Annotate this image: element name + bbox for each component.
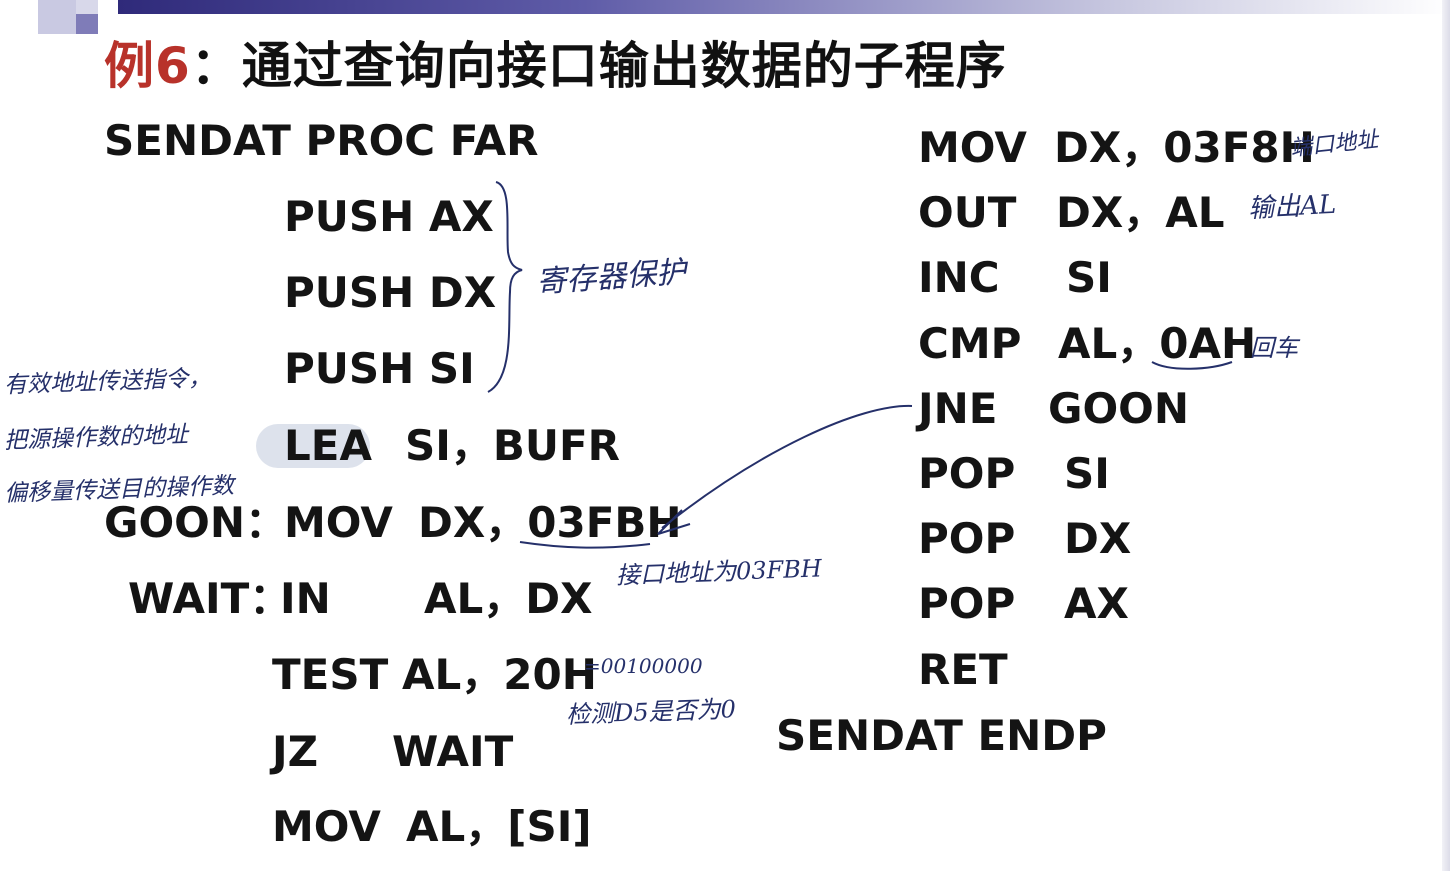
code-op-jne: JNE (918, 384, 998, 433)
code-op-out: OUT (918, 188, 1017, 237)
code-args-mov-port: DX，03F8H (1054, 123, 1315, 172)
code-op-inc: INC (918, 253, 1000, 302)
code-args-mov-dx: DX，03FBH (418, 498, 682, 547)
annotation-lea-note-2: 把源操作数的地址 (3, 421, 189, 455)
code-label-goon: GOON： (104, 498, 288, 547)
annotation-test-d5: 检测D5是否为0 (565, 695, 737, 729)
code-args-pop-ax: AX (1064, 579, 1129, 628)
code-args-pop-si: SI (1064, 449, 1110, 498)
code-line-push-si: PUSH SI (284, 344, 475, 393)
code-label-wait: WAIT： (128, 574, 292, 623)
code-op-mov-port: MOV (918, 123, 1027, 172)
annotation-newline: 回车 (1250, 334, 1298, 362)
code-op-ret: RET (918, 645, 1008, 694)
slide-top-bar (118, 0, 1450, 14)
code-line-push-ax: PUSH AX (284, 192, 494, 241)
slide-corner-decoration (38, 0, 76, 34)
annotation-output-al: 输出AL (1247, 189, 1337, 225)
annotation-test-binary: =00100000 (584, 654, 703, 678)
annotation-lea-note-1: 有效地址传送指令， (3, 365, 212, 399)
code-op-in: IN (280, 574, 331, 623)
code-op-pop-ax: POP (918, 579, 1016, 628)
code-line-endp: SENDAT ENDP (776, 711, 1107, 760)
jne-arrow-line (661, 404, 913, 529)
code-op-lea: LEA (284, 421, 372, 470)
code-args-out: DX，AL (1056, 188, 1225, 237)
code-line-push-dx: PUSH DX (284, 268, 497, 317)
code-args-jz: WAIT (392, 727, 514, 776)
code-args-mov-al: AL，[SI] (406, 802, 592, 851)
title-text: ：通过查询向接口输出数据的子程序 (190, 37, 1007, 95)
code-op-test: TEST (272, 650, 389, 699)
code-op-mov-al: MOV (272, 802, 381, 851)
code-args-jne: GOON (1048, 384, 1190, 433)
code-args-inc: SI (1066, 253, 1112, 302)
code-op-pop-si: POP (918, 449, 1016, 498)
code-args-cmp: AL，0AH (1058, 319, 1257, 368)
code-op-cmp: CMP (918, 319, 1022, 368)
slide-title: 例6：通过查询向接口输出数据的子程序 (104, 26, 1007, 98)
annotation-port-address: 接口地址为03FBH (615, 554, 823, 590)
code-args-lea: SI，BUFR (405, 421, 621, 470)
code-op-mov-dx: MOV (284, 498, 393, 547)
code-args-pop-dx: DX (1064, 514, 1132, 563)
code-args-in: AL，DX (424, 574, 593, 623)
code-op-pop-dx: POP (918, 514, 1016, 563)
annotation-register-protect: 寄存器保护 (535, 254, 688, 301)
code-line-proc: SENDAT PROC FAR (104, 116, 539, 165)
title-example-number: 例6 (104, 37, 191, 95)
code-op-jz: JZ (272, 727, 319, 776)
slide-corner-decoration-dark (76, 14, 98, 34)
slide-corner-decoration-small (76, 0, 98, 14)
slide-right-edge (1442, 0, 1450, 871)
code-args-test: AL，20H (402, 650, 597, 699)
